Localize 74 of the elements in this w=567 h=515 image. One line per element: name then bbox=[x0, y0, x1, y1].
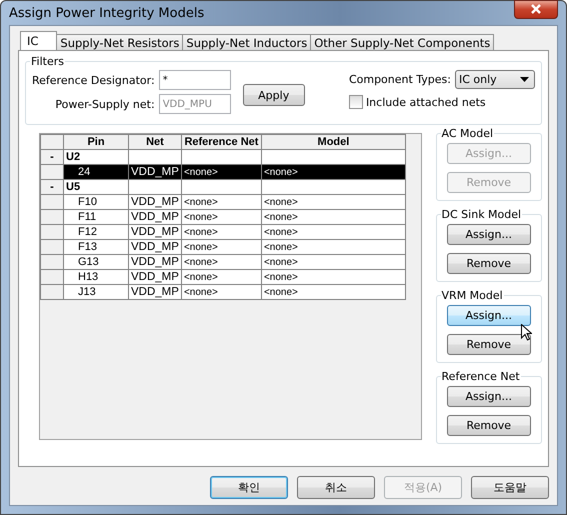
table-cell: <none> bbox=[181, 164, 262, 180]
field-label: Reference Designator: bbox=[32, 74, 155, 86]
model-button[interactable]: Remove bbox=[446, 415, 531, 436]
table-cell: <none> bbox=[261, 210, 406, 224]
column-header: Pin bbox=[64, 134, 128, 150]
table-cell: F11 bbox=[64, 210, 128, 224]
dialog-button[interactable]: 도움말 bbox=[471, 476, 549, 499]
table-cell: <none> bbox=[261, 254, 406, 270]
table-cell: <none> bbox=[181, 284, 262, 300]
table-cell: VDD_MP bbox=[128, 284, 182, 300]
window-title: Assign Power Integrity Models bbox=[9, 6, 204, 20]
table-cell: <none> bbox=[181, 270, 262, 284]
table-cell: VDD_MP bbox=[128, 240, 182, 254]
tab[interactable]: Supply-Net Inductors bbox=[182, 34, 312, 50]
table-row[interactable]: F10 VDD_MP <none> <none> bbox=[40, 194, 406, 210]
model-button[interactable]: Remove bbox=[446, 253, 531, 274]
table-cell: VDD_MP bbox=[128, 254, 182, 270]
model-button[interactable]: Assign... bbox=[446, 224, 531, 245]
group-title: DC Sink Model bbox=[440, 208, 522, 221]
table-cell: <none> bbox=[261, 224, 406, 240]
tab[interactable]: IC bbox=[20, 31, 58, 50]
checkbox-label: Include attached nets bbox=[366, 96, 486, 108]
table-cell: F12 bbox=[64, 224, 128, 240]
dropdown[interactable]: IC only bbox=[455, 70, 535, 89]
column-header: Model bbox=[261, 134, 406, 150]
table-row[interactable]: F13 VDD_MP <none> <none> bbox=[40, 240, 406, 254]
column-header: Net bbox=[128, 134, 182, 150]
table-cell: VDD_MP bbox=[128, 270, 182, 284]
group-name: U5 bbox=[64, 180, 128, 194]
group-title: VRM Model bbox=[440, 289, 504, 302]
input-field[interactable]: VDD_MPU bbox=[158, 94, 231, 114]
table-cell: <none> bbox=[261, 284, 406, 300]
tab[interactable]: Supply-Net Resistors bbox=[56, 34, 184, 50]
table-cell: <none> bbox=[261, 164, 406, 180]
tab[interactable]: Other Supply-Net Components bbox=[310, 34, 494, 50]
model-button[interactable]: Assign... bbox=[446, 386, 531, 407]
table-cell: <none> bbox=[181, 254, 262, 270]
table-cell: <none> bbox=[261, 270, 406, 284]
dialog-button[interactable]: 취소 bbox=[297, 476, 375, 499]
group-title: Filters bbox=[30, 55, 65, 68]
table-cell: <none> bbox=[181, 240, 262, 254]
table-cell: <none> bbox=[181, 194, 262, 210]
table-row[interactable]: 24 VDD_MP <none> <none> bbox=[40, 164, 406, 180]
table-cell: VDD_MP bbox=[128, 194, 182, 210]
table-cell: <none> bbox=[181, 210, 262, 224]
table-cell: <none> bbox=[181, 224, 262, 240]
table-row[interactable]: F11 VDD_MP <none> <none> bbox=[40, 210, 406, 224]
table-row[interactable]: H13 VDD_MP <none> <none> bbox=[40, 270, 406, 284]
group-title: AC Model bbox=[440, 127, 494, 140]
group-title: Reference Net bbox=[440, 370, 521, 383]
table-cell: 24 bbox=[64, 164, 128, 180]
table-cell: VDD_MP bbox=[128, 224, 182, 240]
field-label: Component Types: bbox=[348, 73, 451, 86]
input-field[interactable]: * bbox=[158, 70, 231, 90]
model-button[interactable]: Remove bbox=[446, 334, 531, 355]
table-row[interactable]: F12 VDD_MP <none> <none> bbox=[40, 224, 406, 240]
table-row[interactable]: G13 VDD_MP <none> <none> bbox=[40, 254, 406, 270]
table-cell: J13 bbox=[64, 284, 128, 300]
table-row[interactable]: J13 VDD_MP <none> <none> bbox=[40, 284, 406, 300]
column-header: Reference Net bbox=[181, 134, 262, 150]
collapse-toggle[interactable]: - bbox=[40, 180, 64, 194]
table-cell: F10 bbox=[64, 194, 128, 210]
model-button[interactable]: Assign... bbox=[446, 305, 531, 326]
table-cell: <none> bbox=[261, 240, 406, 254]
dialog-button[interactable]: 확인 bbox=[210, 476, 288, 499]
table-cell: H13 bbox=[64, 270, 128, 284]
table-cell: F13 bbox=[64, 240, 128, 254]
apply-button[interactable]: Apply bbox=[242, 84, 305, 106]
collapse-toggle[interactable]: - bbox=[40, 150, 64, 164]
field-label: Power-Supply net: bbox=[55, 98, 155, 110]
table-cell: VDD_MP bbox=[128, 164, 182, 180]
table-cell: G13 bbox=[64, 254, 128, 270]
table-cell: <none> bbox=[261, 194, 406, 210]
table-cell: VDD_MP bbox=[128, 210, 182, 224]
